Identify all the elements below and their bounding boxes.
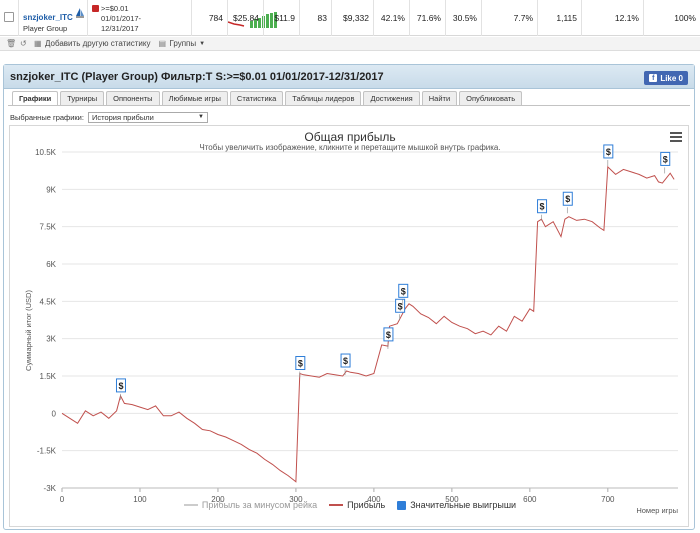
profit-chart[interactable]: -3K-1.5K01.5K3K4.5K6K7.5K9K10.5K0 100 200 3… [10,126,690,528]
tab-graphs[interactable]: Графики [12,91,59,105]
groups-dropdown[interactable]: ▤ Группы ▼ [158,39,205,48]
chart-container[interactable]: -3K -1.5K 0 1.5K 3K 4.5K 6K 7.5K 9K 10.5K 0 100 200 3… [9,125,689,527]
y-tick-label: 4.5K [40,297,57,306]
legend-item-wins[interactable]: Значительные выигрыши [397,500,516,510]
profit-series-line [61,165,675,483]
chevron-down-icon: ▼ [199,40,206,47]
legend-label-wins: Значительные выигрыши [410,500,517,510]
tab-statistics[interactable]: Статистика [229,91,284,105]
win-flag-dollar: $ [343,356,348,366]
chart-menu-icon[interactable] [670,132,682,142]
stat-percent: 12.1% [582,0,644,36]
y-tick-label: 9K [46,185,56,194]
win-flag-dollar: $ [118,381,123,391]
win-flag-dollar: $ [298,359,303,369]
stat-itm: 71.6% [410,0,446,36]
tab-divider [8,105,690,106]
chart-title: Общая прибыль [304,130,396,144]
graph-panel: snzjoker_ITC (Player Group) Фильтр:T S:>… [3,64,695,530]
graph-select-value: История прибыли [91,112,154,122]
tab-leaderboards[interactable]: Таблицы лидеров [285,91,362,105]
stat-avg-stake: $25.84 [228,0,264,36]
stat-win: 30.5% [446,0,482,36]
legend-line-profit [329,504,344,506]
filter-stake: >=$0.01 [101,4,129,13]
tab-publish[interactable]: Опубликовать [459,91,523,105]
y-tick-label: 1.5K [40,372,57,381]
tab-tournaments[interactable]: Турниры [60,91,105,105]
graph-select-label: Выбранные графики: [10,112,84,122]
panel-title: snzjoker_ITC (Player Group) Фильтр:T S:>… [10,71,384,83]
tab-opponents[interactable]: Оппоненты [106,91,160,105]
stat-roi: 42.1% [374,0,410,36]
chart-subtitle: Чтобы увеличить изображение, кликните и … [199,143,501,152]
sailboat-icon [76,8,84,18]
filter-date-start: 01/01/2017- [101,14,142,23]
stats-row: snzjoker_ITC Player Group >=$0.01 01/01/… [0,0,700,36]
win-flag-dollar: $ [401,286,406,296]
facebook-like-button[interactable]: f Like 0 [644,71,688,85]
facebook-icon: f [649,74,658,82]
legend-label-rake: Прибыль за минусом рейка [201,500,318,510]
stat-count: 83 [300,0,332,36]
tab-find[interactable]: Найти [421,91,458,105]
stat-total-profit: $9,332 [332,0,374,36]
legend-line-rake [183,504,198,506]
y-tick-label: 0 [52,409,57,418]
groups-label: Группы [169,39,197,48]
stat-entrants: 1,115 [538,0,582,36]
tab-achievements[interactable]: Достижения [363,91,420,105]
y-axis-title: Суммарный итог (USD) [23,290,33,371]
win-flag-dollar: $ [540,202,545,212]
add-stat-button[interactable]: ▦ Добавить другую статистику [34,39,150,48]
tab-bar: Графики Турниры Оппоненты Любимые игры С… [12,91,524,105]
graph-select[interactable]: История прибыли ▼ [87,111,208,123]
tournament-type-icon [92,5,99,12]
refresh-icon[interactable]: ↺ [20,39,28,48]
y-tick-label: 3K [46,335,56,344]
chevron-down-icon: ▼ [198,114,204,120]
fb-like-label: Like 0 [660,73,683,83]
stat-total: 100% [674,13,696,23]
player-name-link[interactable]: snzjoker_ITC [23,13,73,22]
panel-header: snzjoker_ITC (Player Group) Фильтр:T S:>… [4,65,694,89]
chart-legend: Прибыль за минусом рейка Прибыль Значите… [10,500,690,510]
filter-date-end: 12/31/2017 [101,24,139,33]
trash-icon[interactable]: 🗑 [6,39,16,48]
y-tick-label: -1.5K [37,447,57,456]
legend-label-profit: Прибыль [347,500,386,510]
win-flag-dollar: $ [386,330,391,340]
tab-favorite-games[interactable]: Любимые игры [161,91,228,105]
y-tick-label: -3K [44,484,57,493]
win-flag-dollar: $ [565,194,570,204]
stat-rate: 7.7% [482,0,538,36]
filter-cell: >=$0.01 01/01/2017- 12/31/2017 [88,0,277,36]
stat-avg-profit: $11.9 [264,0,300,36]
win-flag-dollar: $ [663,154,668,164]
win-flag-dollar: $ [398,301,403,311]
table-icon: ▦ [34,38,42,48]
legend-box-wins [397,500,407,510]
legend-item-profit[interactable]: Прибыль [329,500,385,510]
stat-games: 784 [192,0,228,36]
groups-icon: ▤ [158,38,167,48]
graph-select-row: Выбранные графики: История прибыли ▼ [10,111,208,123]
add-stat-label: Добавить другую статистику [45,39,151,48]
legend-item-rake[interactable]: Прибыль за минусом рейка [183,500,318,510]
player-type: Player Group [23,24,68,33]
row-checkbox[interactable] [4,12,14,22]
player-cell: snzjoker_ITC Player Group [18,0,88,36]
y-tick-label: 7.5K [40,223,57,232]
y-tick-label: 6K [46,260,56,269]
stats-toolbar: 🗑 ↺ ▦ Добавить другую статистику ▤ Групп… [0,37,700,51]
